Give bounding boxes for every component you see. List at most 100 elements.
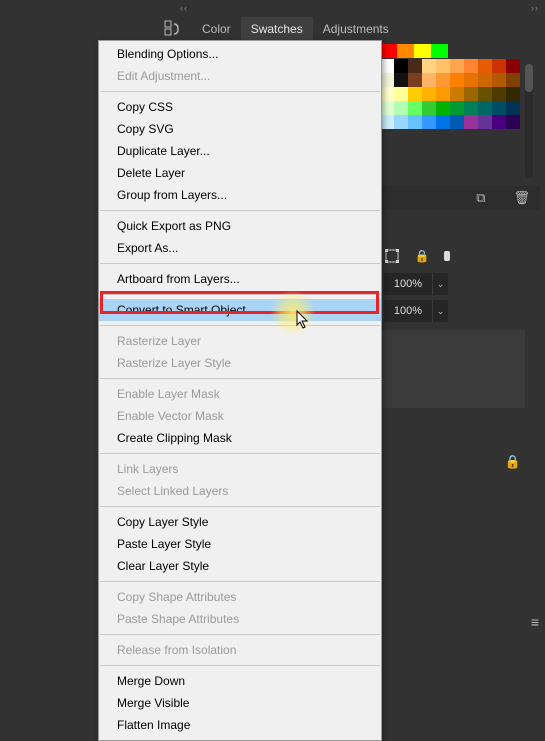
swatch[interactable] <box>436 87 450 101</box>
swatch[interactable] <box>478 87 492 101</box>
tab-color[interactable]: Color <box>192 17 241 41</box>
swatch[interactable] <box>394 87 408 101</box>
menu-separator <box>100 634 380 635</box>
swatch[interactable] <box>408 101 422 115</box>
swatch[interactable] <box>492 59 506 73</box>
swatch[interactable] <box>492 115 506 129</box>
swatch[interactable] <box>397 44 414 58</box>
menu-separator <box>100 91 380 92</box>
menu-item[interactable]: Copy CSS <box>99 96 381 118</box>
menu-item[interactable]: Create Clipping Mask <box>99 427 381 449</box>
menu-item[interactable]: Group from Layers... <box>99 184 381 206</box>
menu-item[interactable]: Merge Visible <box>99 692 381 714</box>
menu-item[interactable]: Delete Layer <box>99 162 381 184</box>
swatch[interactable] <box>436 59 450 73</box>
swatch[interactable] <box>450 101 464 115</box>
fill-dropdown[interactable]: ⌄ <box>432 300 448 322</box>
swatch[interactable] <box>408 115 422 129</box>
swatch[interactable] <box>506 59 520 73</box>
menu-item[interactable]: Convert to Smart Object <box>99 299 381 321</box>
swatch[interactable] <box>450 59 464 73</box>
swatch[interactable] <box>450 87 464 101</box>
swatch[interactable] <box>408 59 422 73</box>
opacity-dropdown[interactable]: ⌄ <box>432 273 448 295</box>
tab-swatches[interactable]: Swatches <box>241 17 313 41</box>
swatch[interactable] <box>422 73 436 87</box>
delete-swatch-icon[interactable]: 🗑 <box>513 190 540 206</box>
fill-field[interactable]: 100% <box>384 300 432 322</box>
menu-separator <box>100 378 380 379</box>
swatch[interactable] <box>506 87 520 101</box>
swatch[interactable] <box>380 87 394 101</box>
menu-item[interactable]: Blending Options... <box>99 43 381 65</box>
menu-item[interactable]: Quick Export as PNG <box>99 215 381 237</box>
swatch[interactable] <box>422 87 436 101</box>
swatch[interactable] <box>422 115 436 129</box>
swatch[interactable] <box>380 59 394 73</box>
swatch[interactable] <box>436 73 450 87</box>
bounds-icon[interactable] <box>384 248 400 264</box>
swatches-scrollbar-thumb[interactable] <box>525 64 533 92</box>
opacity-field[interactable]: 100% <box>384 273 432 295</box>
swatch[interactable] <box>394 59 408 73</box>
marker-icon[interactable] <box>444 251 450 261</box>
swatch[interactable] <box>478 59 492 73</box>
swatch[interactable] <box>464 101 478 115</box>
swatch[interactable] <box>478 101 492 115</box>
new-swatch-icon[interactable]: ⧉ <box>476 190 495 206</box>
menu-item[interactable]: Flatten Image <box>99 714 381 736</box>
dock-panel-icon[interactable] <box>164 20 182 38</box>
menu-separator <box>100 453 380 454</box>
swatch[interactable] <box>380 73 394 87</box>
panel-menu-icon[interactable]: ≡ <box>531 614 539 630</box>
swatch[interactable] <box>506 115 520 129</box>
swatch[interactable] <box>431 44 448 58</box>
menu-item[interactable]: Clear Layer Style <box>99 555 381 577</box>
panel-tabs: Color Swatches Adjustments <box>192 16 399 42</box>
swatch[interactable] <box>464 87 478 101</box>
menu-item[interactable]: Copy SVG <box>99 118 381 140</box>
swatch[interactable] <box>422 101 436 115</box>
swatch[interactable] <box>506 101 520 115</box>
tab-adjustments[interactable]: Adjustments <box>313 17 399 41</box>
swatch[interactable] <box>506 73 520 87</box>
menu-item[interactable]: Duplicate Layer... <box>99 140 381 162</box>
swatch[interactable] <box>394 73 408 87</box>
swatch[interactable] <box>394 115 408 129</box>
swatch[interactable] <box>394 101 408 115</box>
menu-item: Rasterize Layer Style <box>99 352 381 374</box>
menu-item: Paste Shape Attributes <box>99 608 381 630</box>
swatch[interactable] <box>408 87 422 101</box>
swatch[interactable] <box>380 115 394 129</box>
swatch[interactable] <box>436 115 450 129</box>
menu-item[interactable]: Merge Down <box>99 670 381 692</box>
layer-lock-icon[interactable]: 🔒 <box>505 454 521 470</box>
swatch[interactable] <box>464 73 478 87</box>
swatch[interactable] <box>408 73 422 87</box>
swatch[interactable] <box>492 101 506 115</box>
opacity-row: 100% ⌄ <box>384 273 448 295</box>
menu-separator <box>100 506 380 507</box>
lock-props-icon[interactable]: 🔒 <box>414 248 430 264</box>
menu-item[interactable]: Artboard from Layers... <box>99 268 381 290</box>
swatch[interactable] <box>464 59 478 73</box>
swatch[interactable] <box>380 101 394 115</box>
swatch[interactable] <box>414 44 431 58</box>
menu-separator <box>100 665 380 666</box>
swatch[interactable] <box>436 101 450 115</box>
swatch[interactable] <box>478 115 492 129</box>
swatch[interactable] <box>478 73 492 87</box>
fill-row: 100% ⌄ <box>384 300 448 322</box>
swatch[interactable] <box>450 73 464 87</box>
menu-item[interactable]: Paste Layer Style <box>99 533 381 555</box>
menu-item: Rasterize Layer <box>99 330 381 352</box>
swatch[interactable] <box>422 59 436 73</box>
swatch[interactable] <box>492 87 506 101</box>
swatch[interactable] <box>380 44 397 58</box>
swatch[interactable] <box>464 115 478 129</box>
menu-item[interactable]: Export As... <box>99 237 381 259</box>
swatch[interactable] <box>492 73 506 87</box>
collapse-arrows-right: ›› <box>531 3 539 13</box>
menu-item[interactable]: Copy Layer Style <box>99 511 381 533</box>
swatch[interactable] <box>450 115 464 129</box>
